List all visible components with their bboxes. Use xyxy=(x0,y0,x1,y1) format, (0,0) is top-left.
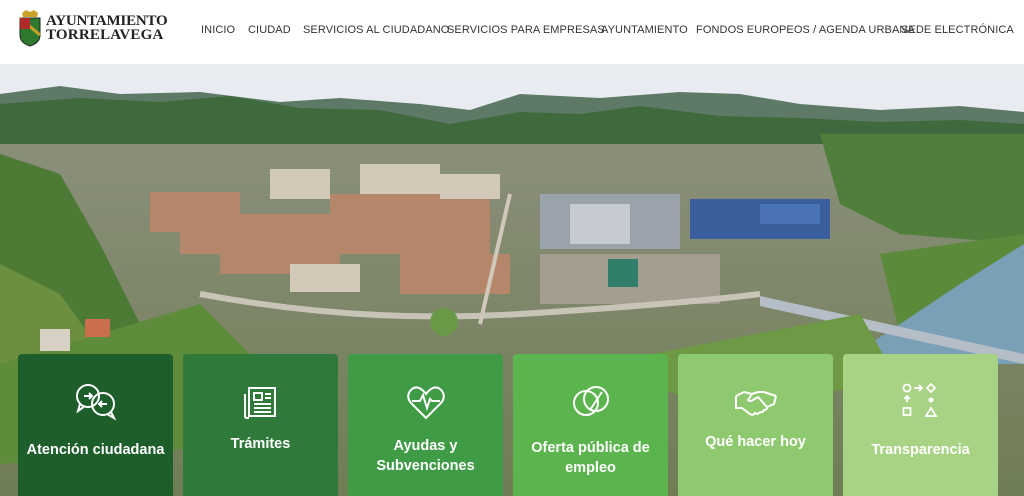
nav-item-inicio[interactable]: INICIO xyxy=(201,24,235,36)
coins-icon xyxy=(572,386,609,416)
shapes-icon xyxy=(902,382,938,417)
nav-item-sede-electronica[interactable]: SEDE ELECTRÓNICA xyxy=(901,24,1014,36)
card-que-hacer-hoy[interactable]: Qué hacer hoy xyxy=(678,354,833,496)
card-tramites[interactable]: Trámites xyxy=(183,354,338,496)
handshake-icon xyxy=(734,390,777,416)
card-label: Transparencia xyxy=(871,442,970,458)
card-label: Atención ciudadana xyxy=(26,442,165,458)
nav-item-fondos-europeos[interactable]: FONDOS EUROPEOS / AGENDA URBANA xyxy=(696,24,915,36)
card-atencion-ciudadana[interactable]: Atención ciudadana xyxy=(18,354,173,496)
card-label: Ayudas y Subvenciones xyxy=(376,438,475,474)
card-oferta-empleo[interactable]: Oferta pública de empleo xyxy=(513,354,668,496)
nav-item-servicios-ciudadano[interactable]: SERVICIOS AL CIUDADANO xyxy=(303,24,449,36)
card-transparencia[interactable]: Transparencia xyxy=(843,354,998,496)
quick-access-cards: Atención ciudadana Trámites Ayudas y Sub… xyxy=(0,354,1024,496)
nav-item-servicios-empresas[interactable]: SERVICIOS PARA EMPRESAS xyxy=(447,24,605,36)
card-ayudas-subvenciones[interactable]: Ayudas y Subvenciones xyxy=(348,354,503,496)
nav-item-ciudad[interactable]: CIUDAD xyxy=(248,24,291,36)
card-label: Qué hacer hoy xyxy=(705,434,806,450)
heart-pulse-icon xyxy=(406,386,445,420)
document-icon xyxy=(243,387,276,419)
card-label: Trámites xyxy=(230,436,291,452)
main-nav: INICIO CIUDAD SERVICIOS AL CIUDADANO SER… xyxy=(0,24,1024,40)
nav-item-ayuntamiento[interactable]: AYUNTAMIENTO xyxy=(601,24,688,36)
card-label: Oferta pública de empleo xyxy=(531,440,650,476)
chat-bubbles-icon xyxy=(75,384,116,421)
site-header: AYUNTAMIENTO TORRELAVEGA INICIO CIUDAD S… xyxy=(0,0,1024,64)
